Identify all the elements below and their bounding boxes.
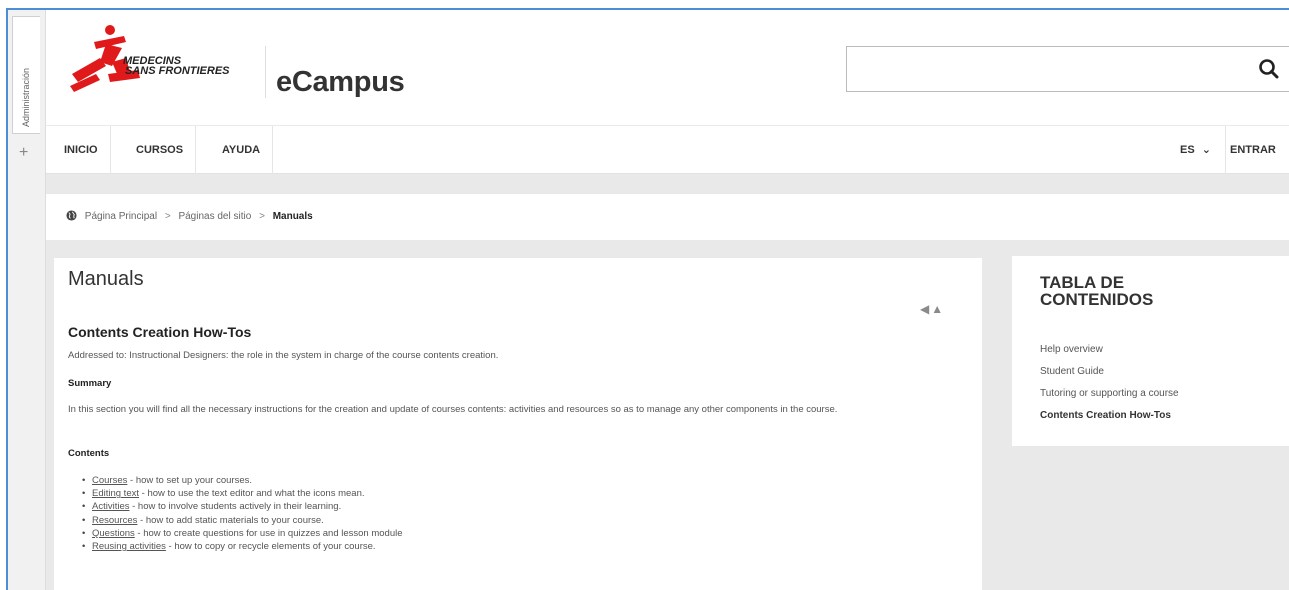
contents-list: Courses - how to set up your courses. Ed… xyxy=(82,474,403,553)
link-editing-text[interactable]: Editing text xyxy=(92,488,139,499)
browser-frame: Administración + MEDECINS SANS FRONTIERE… xyxy=(6,8,1289,590)
page-navigation-arrows[interactable]: ◀▲ xyxy=(920,302,945,316)
list-item-desc: - how to add static materials to your co… xyxy=(137,514,324,526)
breadcrumb-separator: > xyxy=(164,211,171,222)
nav-cursos[interactable]: CURSOS xyxy=(124,126,197,174)
main-nav: INICIO CURSOS AYUDA ES ⌄ ENTRAR xyxy=(46,126,1289,174)
list-item: Editing text - how to use the text edito… xyxy=(82,487,403,500)
brand-title[interactable]: eCampus xyxy=(276,66,405,99)
link-activities[interactable]: Activities xyxy=(92,501,129,512)
search-box xyxy=(846,46,1289,92)
list-item-desc: - how to use the text editor and what th… xyxy=(139,488,365,500)
summary-text: In this section you will find all the ne… xyxy=(68,404,838,415)
list-item-desc: - how to copy or recycle elements of you… xyxy=(165,541,376,553)
language-selector[interactable]: ES ⌄ xyxy=(1166,126,1226,174)
chevron-down-icon: ⌄ xyxy=(1201,144,1211,156)
site-header: MEDECINS SANS FRONTIERES eCampus xyxy=(46,10,1289,126)
toc-title: TABLA DE CONTENIDOS xyxy=(1040,273,1154,309)
link-resources[interactable]: Resources xyxy=(92,515,137,526)
list-item-desc: - how to set up your courses. xyxy=(127,475,252,486)
table-of-contents: TABLA DE CONTENIDOS Help overview Studen… xyxy=(1012,256,1289,446)
list-item: Resources - how to add static materials … xyxy=(82,514,403,527)
search-icon xyxy=(1259,59,1279,79)
toc-help-overview[interactable]: Help overview xyxy=(1040,344,1103,355)
audience-text: Addressed to: Instructional Designers: t… xyxy=(68,350,499,361)
nav-ayuda[interactable]: AYUDA xyxy=(210,126,274,174)
admin-tab[interactable]: Administración xyxy=(12,16,40,134)
admin-tab-label: Administración xyxy=(21,67,31,127)
section-title: Contents Creation How-Tos xyxy=(68,324,252,340)
list-item-desc: - how to create questions for use in qui… xyxy=(134,527,403,539)
admin-sidebar: Administración + xyxy=(8,10,46,590)
content-panel: Manuals ◀▲ Contents Creation How-Tos Add… xyxy=(54,258,982,590)
breadcrumb-site-pages[interactable]: Páginas del sitio xyxy=(178,211,251,222)
list-item-desc: - how to involve students actively in th… xyxy=(129,501,342,513)
add-block-icon[interactable]: + xyxy=(19,144,28,162)
toc-student-guide[interactable]: Student Guide xyxy=(1040,366,1104,377)
language-label: ES xyxy=(1180,144,1195,156)
list-item: Reusing activities - how to copy or recy… xyxy=(82,540,403,553)
search-input[interactable] xyxy=(847,47,1237,91)
link-reusing-activities[interactable]: Reusing activities xyxy=(92,541,166,552)
msf-wordmark-line2: SANS FRONTIERES xyxy=(125,65,230,77)
breadcrumb: Página Principal > Páginas del sitio > M… xyxy=(66,210,313,224)
breadcrumb-bar: Página Principal > Páginas del sitio > M… xyxy=(46,194,1289,240)
main-area: MEDECINS SANS FRONTIERES eCampus INICIO … xyxy=(46,10,1289,590)
link-courses[interactable]: Courses xyxy=(92,475,127,486)
summary-heading: Summary xyxy=(68,378,112,389)
link-questions[interactable]: Questions xyxy=(92,528,135,539)
logo-divider xyxy=(265,46,266,98)
page-title: Manuals xyxy=(68,268,144,290)
msf-wordmark: MEDECINS SANS FRONTIERES xyxy=(123,56,230,77)
toc-contents-creation[interactable]: Contents Creation How-Tos xyxy=(1040,410,1171,421)
globe-icon xyxy=(66,210,77,224)
list-item: Activities - how to involve students act… xyxy=(82,500,403,513)
breadcrumb-home[interactable]: Página Principal xyxy=(85,211,157,222)
list-item: Courses - how to set up your courses. xyxy=(82,474,403,487)
breadcrumb-separator: > xyxy=(259,211,265,222)
list-item: Questions - how to create questions for … xyxy=(82,527,403,540)
search-button[interactable] xyxy=(1255,55,1283,83)
contents-heading: Contents xyxy=(68,448,110,459)
breadcrumb-current: Manuals xyxy=(272,211,313,222)
toc-tutoring[interactable]: Tutoring or supporting a course xyxy=(1040,388,1179,399)
login-link[interactable]: ENTRAR xyxy=(1222,126,1284,174)
nav-inicio[interactable]: INICIO xyxy=(52,126,111,174)
